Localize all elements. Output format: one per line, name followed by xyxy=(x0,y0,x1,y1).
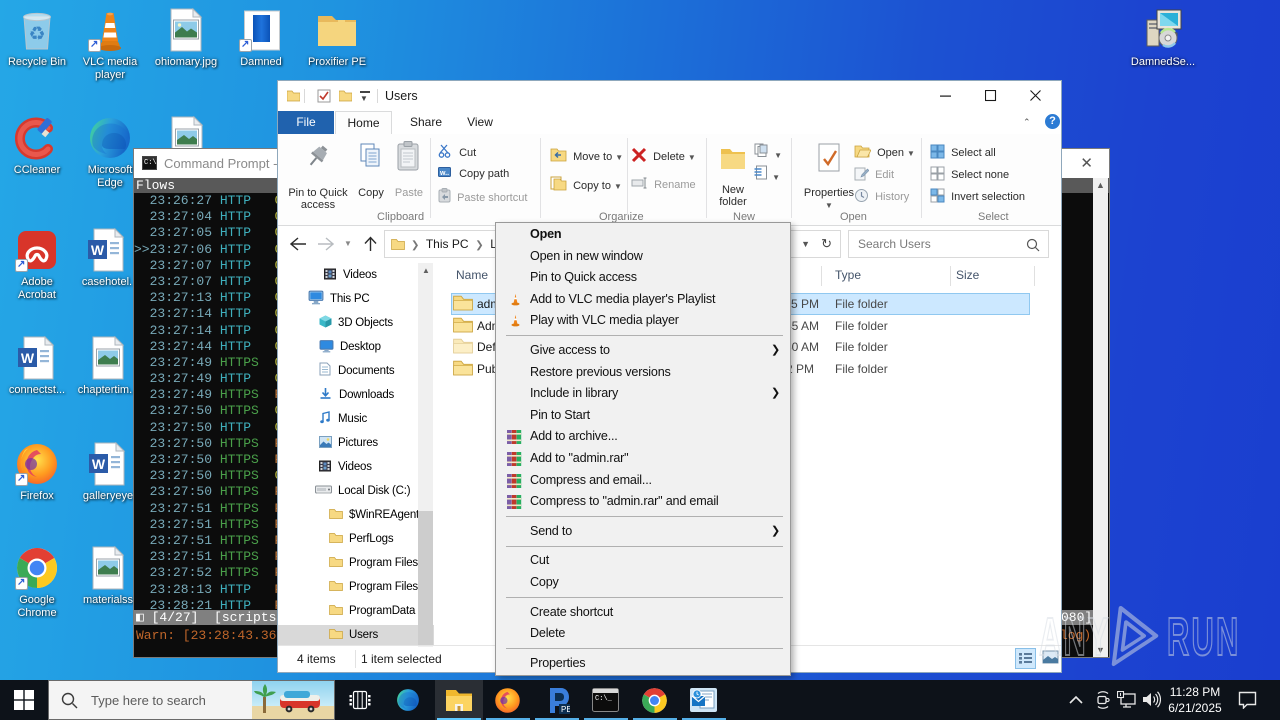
svg-text:♻: ♻ xyxy=(28,24,45,45)
svg-text:W: W xyxy=(92,456,106,472)
svg-text:w..: w.. xyxy=(439,170,449,177)
svg-text:W: W xyxy=(91,242,105,258)
svg-text:W: W xyxy=(21,350,35,366)
